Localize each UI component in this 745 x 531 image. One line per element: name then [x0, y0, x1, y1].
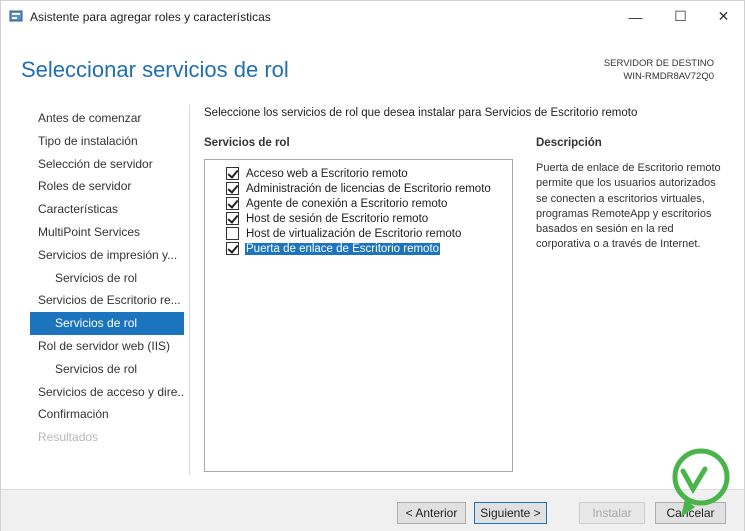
server-manager-icon: [9, 10, 23, 22]
service-row[interactable]: Host de virtualización de Escritorio rem…: [226, 226, 462, 241]
maximize-button[interactable]: ☐: [658, 1, 703, 32]
install-button[interactable]: Instalar: [579, 502, 645, 524]
service-row[interactable]: Administración de licencias de Escritori…: [226, 181, 492, 196]
service-checkbox[interactable]: [226, 227, 239, 240]
service-checkbox[interactable]: [226, 212, 239, 225]
service-label[interactable]: Administración de licencias de Escritori…: [245, 183, 492, 195]
service-row[interactable]: Puerta de enlace de Escritorio remoto: [226, 241, 441, 256]
destination-label: SERVIDOR DE DESTINO: [603, 58, 714, 69]
nav-item[interactable]: Servicios de rol: [30, 358, 184, 381]
service-checkbox[interactable]: [226, 197, 239, 210]
service-row[interactable]: Acceso web a Escritorio remoto: [226, 166, 409, 181]
nav-item[interactable]: Servicios de acceso y dire...: [30, 381, 184, 404]
nav-item[interactable]: Selección de servidor: [30, 153, 184, 176]
previous-button[interactable]: < Anterior: [397, 502, 466, 524]
watermark-logo-icon: [672, 448, 730, 517]
nav-item[interactable]: Servicios de rol: [30, 267, 184, 290]
nav-item[interactable]: Servicios de impresión y...: [30, 244, 184, 267]
service-label[interactable]: Puerta de enlace de Escritorio remoto: [245, 242, 441, 255]
service-checkbox[interactable]: [226, 182, 239, 195]
description-header: Descripción: [536, 137, 602, 149]
nav-item[interactable]: Rol de servidor web (IIS): [30, 335, 184, 358]
next-button[interactable]: Siguiente >: [474, 502, 547, 524]
nav-item[interactable]: Tipo de instalación: [30, 130, 184, 153]
service-checkbox[interactable]: [226, 167, 239, 180]
nav-item[interactable]: MultiPoint Services: [30, 221, 184, 244]
service-label[interactable]: Acceso web a Escritorio remoto: [245, 168, 409, 180]
service-label[interactable]: Host de virtualización de Escritorio rem…: [245, 228, 462, 240]
service-row[interactable]: Agente de conexión a Escritorio remoto: [226, 196, 448, 211]
role-services-list[interactable]: Acceso web a Escritorio remoto Administra…: [204, 159, 513, 472]
title-bar: Asistente para agregar roles y caracterí…: [1, 1, 744, 32]
wizard-window: Asistente para agregar roles y caracterí…: [0, 0, 745, 531]
service-label[interactable]: Agente de conexión a Escritorio remoto: [245, 198, 448, 210]
page-title: Seleccionar servicios de rol: [21, 57, 289, 82]
instruction-text: Seleccione los servicios de rol que dese…: [204, 107, 638, 119]
nav-item[interactable]: Antes de comenzar: [30, 107, 184, 130]
destination-server-name: WIN-RMDR8AV72Q0: [623, 71, 714, 82]
nav-item[interactable]: Características: [30, 198, 184, 221]
nav-item[interactable]: Confirmación: [30, 403, 184, 426]
minimize-button[interactable]: —: [613, 1, 658, 32]
nav-item[interactable]: Servicios de Escritorio re...: [30, 289, 184, 312]
destination-server: SERVIDOR DE DESTINO WIN-RMDR8AV72Q0: [604, 57, 714, 83]
nav-item[interactable]: Roles de servidor: [30, 175, 184, 198]
services-header: Servicios de rol: [204, 137, 290, 149]
service-row[interactable]: Host de sesión de Escritorio remoto: [226, 211, 429, 226]
window-title: Asistente para agregar roles y caracterí…: [30, 10, 271, 24]
service-label[interactable]: Host de sesión de Escritorio remoto: [245, 213, 429, 225]
wizard-nav: Antes de comenzar Tipo de instalación Sele…: [30, 107, 184, 449]
description-text: Puerta de enlace de Escritorio remoto pe…: [536, 162, 721, 251]
nav-divider: [189, 105, 190, 475]
close-button[interactable]: ✕: [701, 1, 745, 32]
nav-item: Resultados: [38, 430, 99, 445]
nav-item[interactable]: Servicios de rol: [30, 312, 184, 335]
service-checkbox[interactable]: [226, 242, 239, 255]
